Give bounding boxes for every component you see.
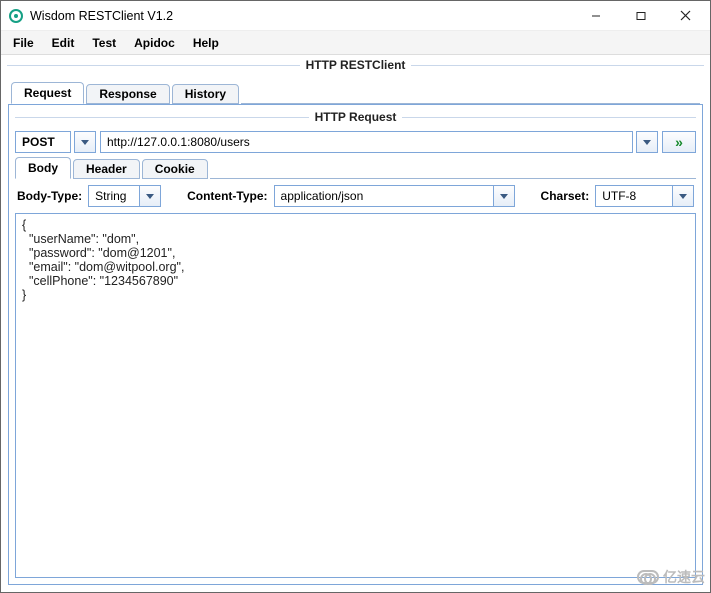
double-chevron-right-icon: » [675, 134, 683, 150]
body-type-value: String [89, 189, 139, 203]
tab-response[interactable]: Response [86, 84, 169, 104]
menu-apidoc[interactable]: Apidoc [126, 33, 183, 53]
content-type-dropdown-button[interactable] [493, 185, 515, 207]
chevron-down-icon [500, 194, 508, 199]
main-tabs: Request Response History [11, 82, 700, 104]
subtab-header[interactable]: Header [73, 159, 140, 179]
request-panel: HTTP Request POST » Body Header Cookie [8, 104, 703, 585]
url-row: POST » [9, 127, 702, 157]
request-subtabs: Body Header Cookie [15, 157, 696, 179]
subtab-body[interactable]: Body [15, 157, 71, 179]
content-type-select[interactable]: application/json [274, 185, 494, 207]
body-type-label: Body-Type: [17, 189, 82, 203]
http-method-select[interactable]: POST [15, 131, 71, 153]
charset-select[interactable]: UTF-8 [595, 185, 673, 207]
url-input[interactable] [101, 132, 632, 152]
send-request-button[interactable]: » [662, 131, 696, 153]
maximize-button[interactable] [618, 2, 663, 30]
chevron-down-icon [679, 194, 687, 199]
app-icon [9, 9, 23, 23]
section-title-request-label: HTTP Request [309, 110, 403, 124]
url-input-wrapper [100, 131, 633, 153]
http-method-value: POST [16, 135, 70, 149]
chevron-down-icon [643, 140, 651, 145]
subtab-cookie[interactable]: Cookie [142, 159, 208, 179]
chevron-down-icon [146, 194, 154, 199]
charset-label: Charset: [541, 189, 590, 203]
menu-edit[interactable]: Edit [44, 33, 83, 53]
charset-value: UTF-8 [596, 189, 672, 203]
window-title: Wisdom RESTClient V1.2 [30, 9, 173, 23]
close-button[interactable] [663, 2, 708, 30]
content-type-value: application/json [275, 189, 493, 203]
body-type-dropdown-button[interactable] [139, 185, 161, 207]
menu-bar: File Edit Test Apidoc Help [1, 31, 710, 55]
body-options-row: Body-Type: String Content-Type: applicat… [9, 179, 702, 213]
window-titlebar: Wisdom RESTClient V1.2 [1, 1, 710, 31]
menu-test[interactable]: Test [84, 33, 124, 53]
section-title-request: HTTP Request [9, 107, 702, 127]
minimize-button[interactable] [573, 2, 618, 30]
content-type-label: Content-Type: [187, 189, 267, 203]
section-title-client: HTTP RESTClient [1, 55, 710, 75]
body-type-select[interactable]: String [88, 185, 140, 207]
section-title-client-label: HTTP RESTClient [300, 58, 412, 72]
charset-dropdown-button[interactable] [672, 185, 694, 207]
window-controls [573, 2, 708, 30]
url-history-dropdown-button[interactable] [636, 131, 658, 153]
tab-history[interactable]: History [172, 84, 239, 104]
menu-help[interactable]: Help [185, 33, 227, 53]
tab-request[interactable]: Request [11, 82, 84, 104]
body-editor-wrapper [15, 213, 696, 578]
chevron-down-icon [81, 140, 89, 145]
request-body-textarea[interactable] [16, 214, 695, 577]
http-method-dropdown-button[interactable] [74, 131, 96, 153]
menu-file[interactable]: File [5, 33, 42, 53]
